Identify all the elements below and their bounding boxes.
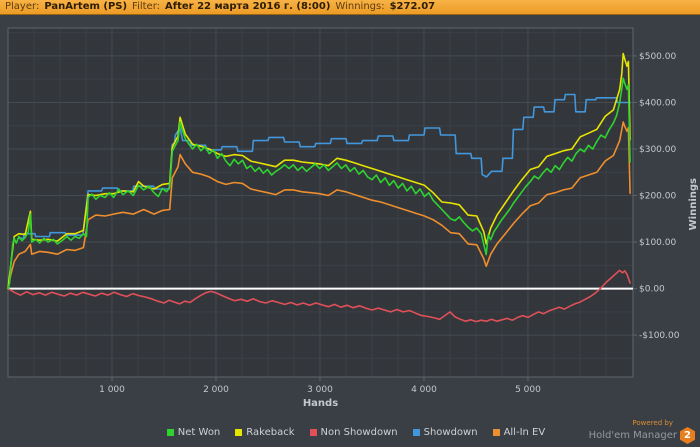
legend-label: Non Showdown [320,427,398,438]
y-tick-label: $200.00 [639,192,676,202]
legend-item-showdown[interactable]: Showdown [412,427,478,438]
app-branding: Powered by Hold'em Manager 2 [589,419,695,444]
filter-value: After 22 марта 2016 г. (8:00) [165,1,331,12]
legend-label: All-In EV [503,427,546,438]
y-tick-label: $300.00 [639,145,676,155]
showdown-swatch-icon [412,429,420,436]
holdem-manager-graph-window: 1 000 2 000 3 000 4 000 5 000 $500.00 $400.00 $… [0,0,700,447]
player-value: PanArtem (PS) [44,1,128,12]
rakeback-swatch-icon [235,429,243,436]
net-won-swatch-icon [166,429,174,436]
y-tick-label: $500.00 [639,52,676,62]
legend-item-allin-ev[interactable]: All-In EV [492,427,546,438]
legend-label: Net Won [177,427,221,438]
title-bar: Player: PanArtem (PS) Filter: After 22 м… [0,0,700,15]
powered-by-text: Powered by [632,419,673,427]
x-axis-title: Hands [302,398,339,409]
winnings-label: Winnings: [335,1,385,12]
brand-name: Hold'em Manager [588,430,677,441]
y-tick-label: $400.00 [639,98,676,108]
x-tick-label: 3 000 [307,385,333,395]
legend-item-net-won[interactable]: Net Won [166,427,221,438]
legend-label: Showdown [423,427,478,438]
legend-item-non-showdown[interactable]: Non Showdown [309,427,398,438]
winnings-value: $272.07 [389,1,436,12]
y-tick-label: $0.00 [639,285,665,295]
y-tick-label: $100.00 [639,238,676,248]
hm2-logo-icon: 2 [680,427,695,444]
winnings-chart: 1 000 2 000 3 000 4 000 5 000 $500.00 $400.00 $… [7,27,680,395]
y-axis-title: Winnings [688,178,699,231]
non-showdown-swatch-icon [309,429,317,436]
x-tick-label: 4 000 [411,385,437,395]
y-tick-label: -$100.00 [639,331,680,341]
legend-item-rakeback[interactable]: Rakeback [235,427,295,438]
filter-label: Filter: [132,1,161,12]
x-tick-label: 5 000 [515,385,541,395]
x-tick-label: 2 000 [203,385,229,395]
allin-ev-swatch-icon [492,429,500,436]
player-label: Player: [5,1,40,12]
x-tick-label: 1 000 [99,385,125,395]
legend-label: Rakeback [246,427,295,438]
